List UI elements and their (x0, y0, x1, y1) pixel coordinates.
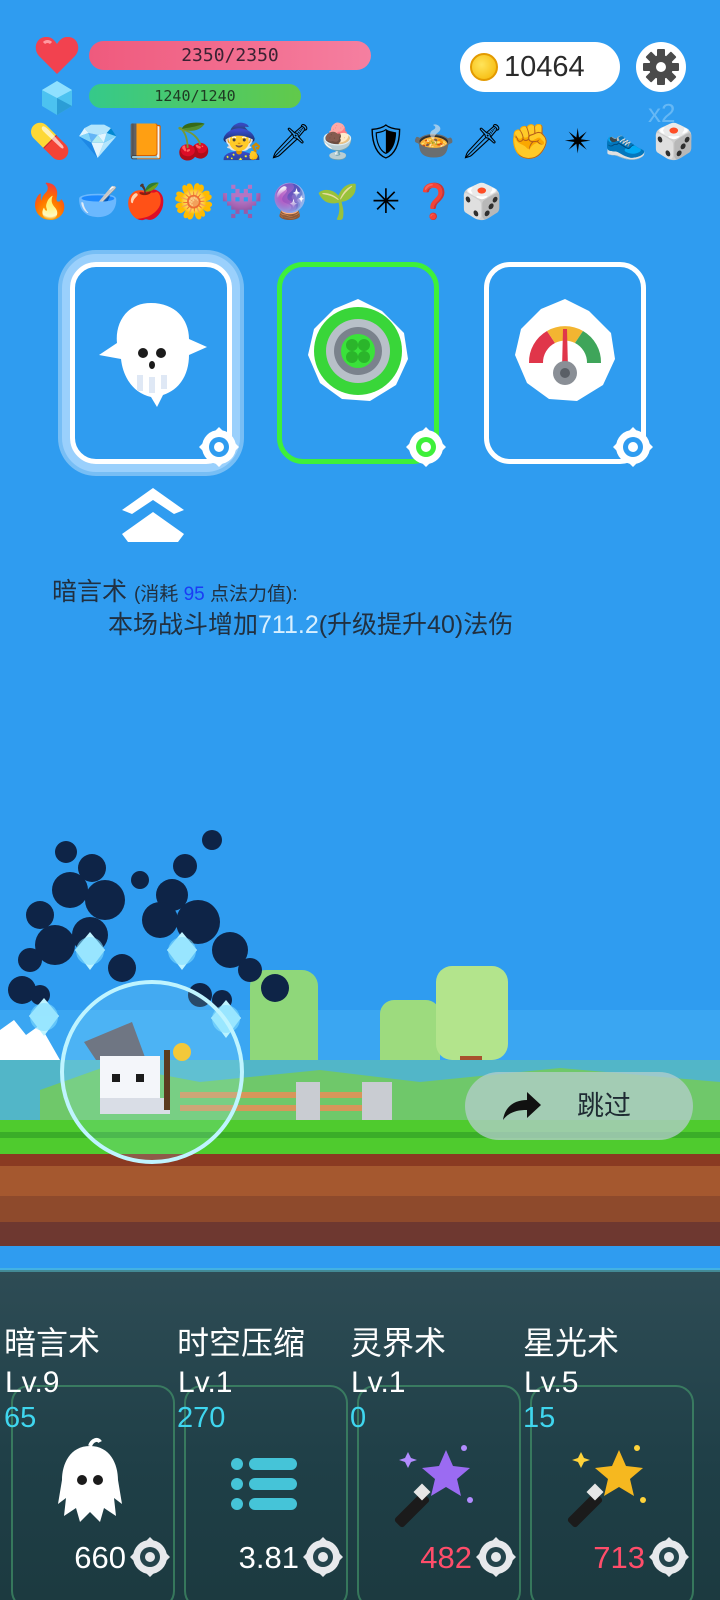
effect-suffix: (升级提升40)法伤 (318, 611, 514, 639)
cooldown-icon (476, 1537, 516, 1577)
coin-amount: 10464 (504, 51, 585, 83)
spiked-ball-icon: ✴ (563, 123, 593, 161)
purple-star-wand-icon (394, 1445, 473, 1528)
slot-cost: 15 (523, 1402, 556, 1434)
slot-name: 灵界术 (350, 1325, 447, 1361)
heart-icon (35, 36, 79, 74)
mana-cost: 95 (183, 584, 205, 605)
slot-value: 660 (74, 1540, 126, 1575)
cooldown-icon (649, 1537, 689, 1577)
mortar-icon: 🥣 (76, 183, 120, 221)
apple-icon: 🍎 (124, 183, 168, 221)
hp-bar: 2350/2350 (89, 41, 371, 70)
zombie-icon: 👾 (220, 183, 264, 221)
gold-star-wand-icon (567, 1445, 646, 1528)
hp-text: 2350/2350 (181, 45, 279, 66)
battle-scene (0, 830, 720, 1246)
skill-card-gauge[interactable] (484, 262, 653, 467)
skill-slot-1[interactable]: 暗言术 Lv.9 65 660 (0, 1318, 176, 1600)
skill-slot-3[interactable]: 灵界术 Lv.1 0 482 (346, 1318, 522, 1600)
spiked-mace-icon: ✳ (371, 183, 401, 221)
skip-button[interactable]: 跳过 (465, 1072, 693, 1140)
sword-icon: 🗡 (268, 123, 312, 161)
slot-cost: 270 (177, 1402, 226, 1434)
cauldron-icon: 🍲 (412, 123, 456, 161)
gauge-icon (515, 299, 615, 401)
slot-name: 时空压缩 (177, 1325, 306, 1361)
dice-icon: 🎲 (460, 183, 504, 221)
spellbook-icon: 📙 (124, 123, 168, 161)
slot-value: 3.81 (238, 1540, 299, 1575)
crystal-ball-icon: 🔮 (268, 183, 312, 221)
dagger-icon: 🗡 (460, 123, 504, 161)
fist-icon: ✊ (508, 123, 552, 161)
slot-level: Lv.5 (524, 1366, 579, 1399)
effect-prefix: 本场战斗增加 (108, 611, 259, 639)
coin-icon (470, 53, 498, 81)
ice-cream-icon: 🍨 (316, 123, 360, 161)
shield-icon: 🛡 (364, 123, 408, 161)
wizard-hat-icon: 🧙 (220, 123, 264, 161)
pill-icon: 💊 (28, 123, 72, 161)
cherries-icon: 🍒 (172, 123, 216, 161)
sneaker-icon: 👟 (604, 123, 648, 161)
slot-level: Lv.9 (5, 1366, 60, 1399)
slot-cost: 0 (350, 1402, 367, 1434)
selection-chevron-icon (122, 488, 184, 542)
cooldown-badge-icon (406, 427, 446, 467)
slot-name: 暗言术 (4, 1325, 101, 1361)
item-row-1: 💊 💎 📙 🍒 🧙 🗡 🍨 🛡 🍲 🗡 ✊ ✴ 👟 🎲 (27, 118, 707, 166)
skip-arrow-icon (503, 1092, 541, 1120)
cost-suffix: 点法力值): (204, 584, 298, 605)
panel-edge (0, 1268, 720, 1272)
skill-description-effect: 本场战斗增加711.2(升级提升40)法伤 (108, 605, 513, 641)
cost-prefix: (消耗 (133, 584, 184, 605)
mana-bar: 1240/1240 (89, 84, 301, 108)
effect-value: 711.2 (258, 611, 319, 639)
skill-slot-2[interactable]: 时空压缩 Lv.1 270 3.81 (173, 1318, 349, 1600)
flower-icon: 🌼 (172, 183, 216, 221)
skill-card-clover-vortex[interactable] (277, 262, 446, 467)
dice-icon: 🎲 (652, 123, 696, 161)
skip-label: 跳过 (577, 1091, 631, 1121)
cooldown-icon (303, 1537, 343, 1577)
slot-level: Lv.1 (351, 1366, 406, 1399)
ghost-icon (58, 1437, 122, 1522)
slot-level: Lv.1 (178, 1366, 233, 1399)
cooldown-icon (130, 1537, 170, 1577)
hook-icon: ❓ (412, 183, 456, 221)
mana-diamond-icon (42, 81, 72, 115)
skill-slot-4[interactable]: 星光术 Lv.5 15 713 (519, 1318, 695, 1600)
skill-description-header: 暗言术 (消耗 95 点法力值): (52, 572, 298, 608)
coin-counter: 10464 (460, 42, 620, 92)
slot-name: 星光术 (523, 1325, 620, 1361)
settings-gear-icon[interactable] (636, 42, 686, 92)
skill-name: 暗言术 (52, 578, 128, 606)
skill-card-ghost[interactable] (70, 262, 239, 467)
cooldown-badge-icon (199, 427, 239, 467)
mana-text: 1240/1240 (154, 87, 236, 105)
clover-vortex-icon (308, 299, 408, 401)
slot-value: 482 (420, 1540, 472, 1575)
sapling-icon: 🌱 (316, 183, 360, 221)
slot-cost: 65 (4, 1402, 37, 1434)
crystal-icon: 💎 (76, 123, 120, 161)
slot-value: 713 (593, 1540, 645, 1575)
ghost-icon (99, 303, 207, 407)
torch-icon: 🔥 (28, 183, 72, 221)
cooldown-badge-icon (613, 427, 653, 467)
item-row-2: 🔥 🥣 🍎 🌼 👾 🔮 🌱 ✳ ❓ 🎲 (27, 178, 707, 226)
list-icon (231, 1458, 297, 1510)
